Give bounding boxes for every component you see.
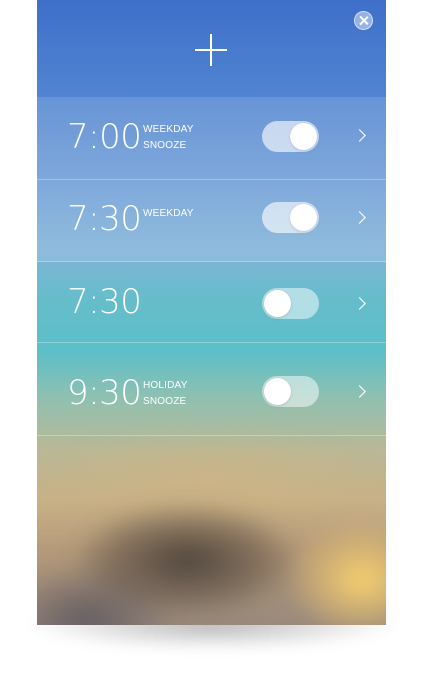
- alarm-labels: WEEKDAY SNOOZE: [143, 122, 194, 154]
- chevron-right-icon[interactable]: [353, 129, 366, 142]
- alarm-time: 7:30: [67, 199, 142, 239]
- alarm-row[interactable]: 9:30 HOLIDAY SNOOZE: [37, 343, 386, 436]
- alarm-label: HOLIDAY: [143, 380, 188, 391]
- toggle-knob: [290, 204, 317, 231]
- alarm-toggle[interactable]: [262, 288, 319, 319]
- alarm-labels: HOLIDAY SNOOZE: [143, 378, 188, 410]
- chevron-right-icon[interactable]: [353, 211, 366, 224]
- toggle-knob: [290, 123, 317, 150]
- alarm-toggle[interactable]: [262, 121, 319, 152]
- chevron-right-icon[interactable]: [353, 297, 366, 310]
- alarm-label: WEEKDAY: [143, 124, 194, 135]
- alarm-label: WEEKDAY: [143, 208, 194, 219]
- alarm-row[interactable]: 7:30: [37, 262, 386, 343]
- alarm-label: SNOOZE: [143, 140, 187, 151]
- alarm-time: 7:00: [67, 117, 142, 157]
- close-icon[interactable]: [354, 11, 373, 30]
- alarm-toggle[interactable]: [262, 202, 319, 233]
- chevron-right-icon[interactable]: [353, 385, 366, 398]
- alarm-screen: 7:00 WEEKDAY SNOOZE 7:30 WEEKDAY 7:30 9:…: [37, 0, 386, 625]
- alarm-label: SNOOZE: [143, 396, 187, 407]
- toggle-knob: [264, 290, 291, 317]
- header: [37, 0, 386, 97]
- plus-icon[interactable]: [195, 34, 227, 66]
- alarm-labels: WEEKDAY: [143, 206, 194, 222]
- alarm-toggle[interactable]: [262, 376, 319, 407]
- toggle-knob: [264, 378, 291, 405]
- alarm-time: 7:30: [67, 282, 142, 322]
- alarm-row[interactable]: 7:00 WEEKDAY SNOOZE: [37, 97, 386, 180]
- alarm-time: 9:30: [67, 373, 142, 413]
- alarm-list: 7:00 WEEKDAY SNOOZE 7:30 WEEKDAY 7:30 9:…: [37, 97, 386, 436]
- background-blur: [287, 520, 386, 625]
- alarm-row[interactable]: 7:30 WEEKDAY: [37, 180, 386, 262]
